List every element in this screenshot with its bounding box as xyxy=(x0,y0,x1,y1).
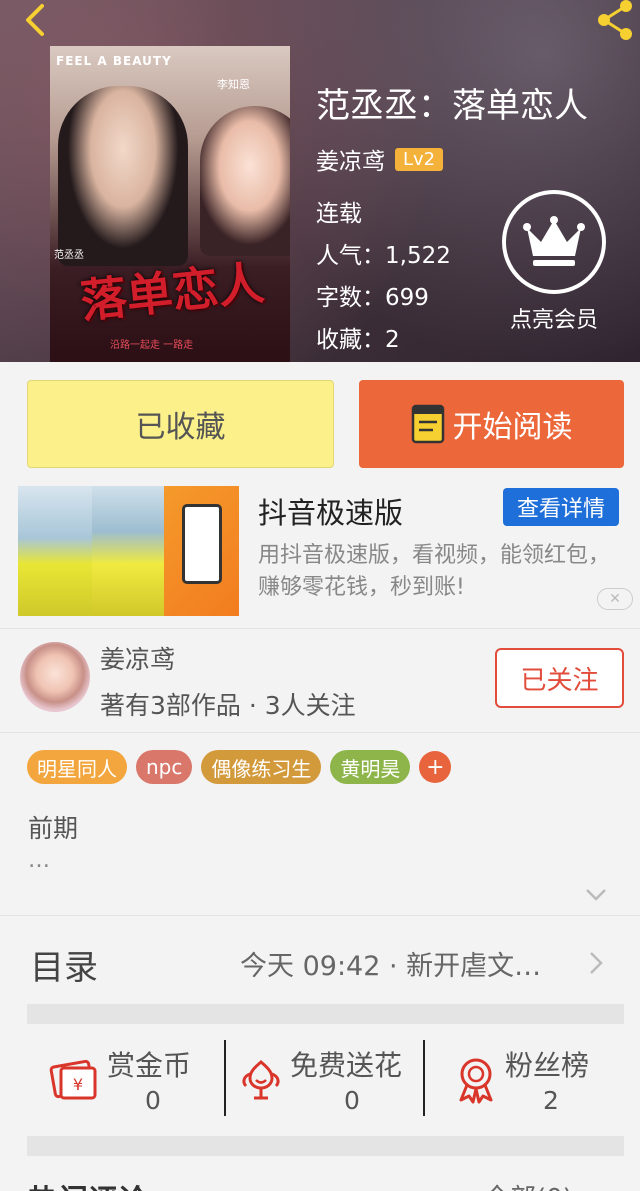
svg-text:¥: ¥ xyxy=(73,1075,83,1094)
fan-ranking-button[interactable]: 粉丝榜 2 xyxy=(425,1026,624,1132)
cover-male-figure xyxy=(58,86,188,266)
stat-label: 免费送花 xyxy=(290,1049,403,1082)
tag-list: 明星同人 npc 偶像练习生 黄明昊 + xyxy=(27,750,452,784)
section-spacer xyxy=(27,1004,624,1024)
ad-image-panel xyxy=(18,486,92,616)
flower-icon xyxy=(242,1060,280,1100)
tag-item[interactable]: npc xyxy=(136,750,193,784)
book-header: FEEL A BEAUTY 李知恩 范丞丞 落单恋人 沿路一起走 一路走 范丞丞… xyxy=(0,0,640,362)
cover-top-text: FEEL A BEAUTY xyxy=(56,54,172,68)
followed-button[interactable]: 已关注 xyxy=(495,648,624,708)
all-comments-link[interactable]: 全部(0) xyxy=(484,1178,573,1191)
book-intro: 前期 xyxy=(28,814,79,843)
section-spacer xyxy=(27,1136,624,1156)
author-row: 姜凉鸢 Lv2 xyxy=(316,142,444,176)
ad-image-panel xyxy=(164,486,239,616)
stat-label: 粉丝榜 xyxy=(505,1049,590,1082)
ad-title: 抖音极速版 xyxy=(258,496,404,530)
crown-icon xyxy=(523,216,585,266)
ad-banner[interactable]: 抖音极速版 查看详情 用抖音极速版，看视频，能领红包，赚够零花钱，秒到账! ✕ xyxy=(0,484,640,624)
ad-detail-button[interactable]: 查看详情 xyxy=(503,488,619,526)
ad-close-button[interactable]: ✕ xyxy=(597,588,633,610)
serial-status: 连载 xyxy=(316,201,362,227)
favorite-count: 收藏：2 xyxy=(316,327,400,353)
card-author-name[interactable]: 姜凉鸢 xyxy=(100,640,175,676)
stat-label: 赏金币 xyxy=(107,1049,192,1082)
intro-ellipsis: … xyxy=(28,848,50,873)
author-name[interactable]: 姜凉鸢 xyxy=(316,142,385,176)
book-icon xyxy=(411,404,444,444)
vip-label: 点亮会员 xyxy=(509,308,598,333)
chevron-down-icon[interactable] xyxy=(584,886,608,904)
cover-name-right: 李知恩 xyxy=(217,78,250,91)
free-flower-button[interactable]: 免费送花 0 xyxy=(226,1026,425,1132)
popularity-count: 人气：1,522 xyxy=(316,243,451,269)
level-badge: Lv2 xyxy=(395,147,444,171)
tag-item[interactable]: 偶像练习生 xyxy=(201,750,322,784)
add-tag-button[interactable]: + xyxy=(419,751,452,783)
toc-label: 目录 xyxy=(30,948,98,988)
divider xyxy=(0,628,640,629)
start-reading-button[interactable]: 开始阅读 xyxy=(359,380,624,468)
medal-icon xyxy=(459,1058,493,1104)
stat-value: 0 xyxy=(344,1086,360,1115)
coin-envelope-icon: ¥ xyxy=(49,1059,97,1100)
tag-item[interactable]: 明星同人 xyxy=(27,750,127,784)
stat-value: 0 xyxy=(145,1086,161,1115)
reward-coins-button[interactable]: ¥ 赏金币 0 xyxy=(27,1026,226,1132)
back-arrow-icon[interactable] xyxy=(18,2,54,38)
vip-circle xyxy=(502,190,606,294)
chevron-right-icon xyxy=(590,952,603,974)
phone-graphic xyxy=(182,504,222,584)
ad-image[interactable] xyxy=(18,486,239,616)
start-reading-label: 开始阅读 xyxy=(452,410,573,445)
cover-name-left: 范丞丞 xyxy=(54,250,84,261)
divider xyxy=(0,732,640,733)
latest-chapter: 今天 09:42 · 新开虐文求收藏 xyxy=(240,951,560,982)
collected-button[interactable]: 已收藏 xyxy=(27,380,334,468)
share-icon[interactable] xyxy=(592,0,636,40)
word-count: 字数：699 xyxy=(316,285,429,311)
book-cover[interactable]: FEEL A BEAUTY 李知恩 范丞丞 落单恋人 沿路一起走 一路走 xyxy=(50,46,290,362)
author-avatar[interactable] xyxy=(20,642,90,712)
stats-bar: ¥ 赏金币 0 免费送花 0 粉丝榜 2 xyxy=(27,1026,624,1132)
cover-subtitle: 沿路一起走 一路走 xyxy=(110,340,194,351)
ad-image-panel xyxy=(92,486,164,616)
hot-comments-title: 热门评论 xyxy=(28,1176,148,1191)
tag-item[interactable]: 黄明昊 xyxy=(330,750,411,784)
stat-value: 2 xyxy=(543,1086,559,1115)
vip-button[interactable]: 点亮会员 xyxy=(502,190,606,334)
table-of-contents-row[interactable]: 目录 今天 09:42 · 新开虐文求收藏 xyxy=(0,916,640,1006)
author-stats: 著有3部作品 · 3人关注 xyxy=(100,691,356,720)
ad-description: 用抖音极速版，看视频，能领红包，赚够零花钱，秒到账! xyxy=(258,543,611,600)
cover-female-figure xyxy=(200,106,290,256)
book-title: 范丞丞：落单恋人 xyxy=(316,86,588,126)
